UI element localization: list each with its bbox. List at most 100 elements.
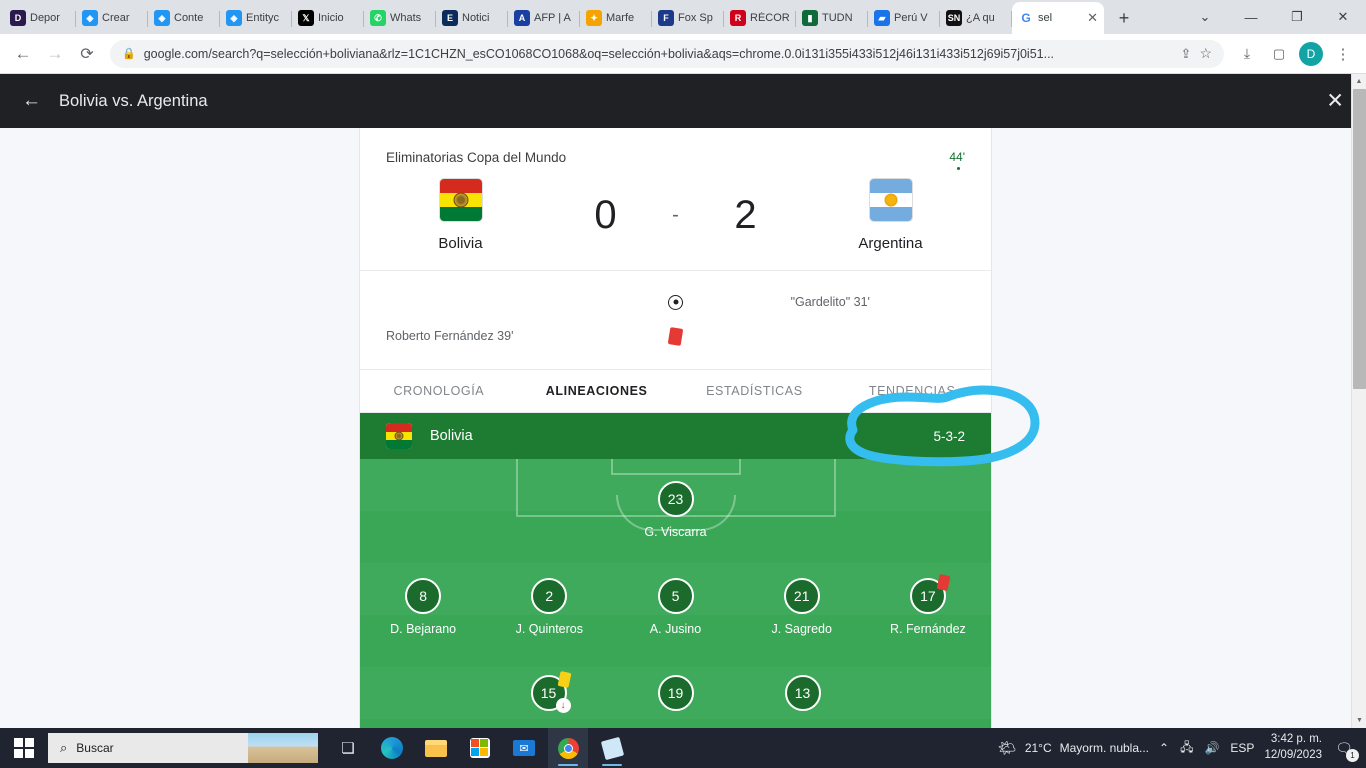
tab-3[interactable]: ◈ Entityc: [220, 2, 292, 34]
microsoft-store-icon[interactable]: [460, 728, 500, 768]
match-minute: 44': [949, 150, 965, 170]
sticky-notes-icon[interactable]: [592, 728, 632, 768]
player-number: 8: [405, 578, 442, 614]
player[interactable]: 19: [612, 675, 739, 711]
favicon: D: [10, 10, 26, 26]
away-team[interactable]: Argentina: [796, 178, 986, 252]
notifications-icon[interactable]: 🗨 1: [1332, 736, 1359, 762]
start-button[interactable]: [0, 728, 48, 768]
favicon: ✦: [586, 10, 602, 26]
back-arrow-icon[interactable]: ←: [22, 90, 41, 112]
share-icon[interactable]: ⇪: [1181, 46, 1192, 62]
clock[interactable]: 3:42 p. m. 12/09/2023: [1264, 732, 1322, 763]
weather-widget[interactable]: 🌤 21°C Mayorm. nubla...: [998, 739, 1149, 757]
volume-icon[interactable]: 🔊: [1204, 741, 1219, 755]
player[interactable]: 2 J. Quinteros: [486, 578, 612, 636]
tab-9[interactable]: F Fox Sp: [652, 2, 724, 34]
tab-1[interactable]: ◈ Crear: [76, 2, 148, 34]
tab-active[interactable]: G sel ✕: [1012, 2, 1104, 34]
tab-5[interactable]: ✆ Whats: [364, 2, 436, 34]
event-away-text: "Gardelito" 31': [790, 295, 870, 309]
system-tray: 🌤 21°C Mayorm. nubla... ⌃ 🖧 🔊 ESP 3:42 p…: [998, 732, 1366, 763]
chrome-menu-icon[interactable]: ⋮: [1328, 39, 1358, 69]
tab-10[interactable]: R RÉCOR: [724, 2, 796, 34]
page-viewport: ← Bolivia vs. Argentina ✕ Eliminatorias …: [0, 74, 1366, 728]
tab-estadisticas[interactable]: ESTADÍSTICAS: [676, 370, 834, 412]
player-number: 21: [783, 578, 820, 614]
scroll-up-icon[interactable]: ▲: [1352, 74, 1366, 89]
close-window-button[interactable]: ✕: [1320, 0, 1366, 34]
favicon: F: [658, 10, 674, 26]
tab-6[interactable]: E Notici: [436, 2, 508, 34]
tab-search-button[interactable]: ⌄: [1182, 0, 1228, 34]
search-placeholder: Buscar: [76, 741, 114, 755]
favicon: SN: [946, 10, 962, 26]
favicon: E: [442, 10, 458, 26]
edge-icon[interactable]: [372, 728, 412, 768]
page-scrollbar[interactable]: ▲ ▼: [1351, 74, 1366, 728]
browser-toolbar: ← → ⟳ 🔒 google.com/search?q=selección+bo…: [0, 34, 1366, 74]
player-name: R. Fernández: [890, 622, 966, 636]
player-name: G. Viscarra: [644, 525, 707, 539]
profile-avatar[interactable]: D: [1299, 41, 1323, 66]
tab-12[interactable]: ▰ Perú V: [868, 2, 940, 34]
player[interactable]: 21 J. Sagredo: [739, 578, 865, 636]
close-overlay-icon[interactable]: ✕: [1326, 89, 1344, 114]
tab-label: Crear: [102, 12, 130, 24]
clock-time: 3:42 p. m.: [1270, 733, 1322, 746]
tab-4[interactable]: 𝕏 Inicio: [292, 2, 364, 34]
player-number: 2: [531, 578, 568, 614]
tab-label: RÉCOR: [750, 12, 790, 24]
tab-alineaciones[interactable]: ALINEACIONES: [518, 370, 676, 412]
cloud-icon: 🌤: [997, 740, 1017, 757]
tab-2[interactable]: ◈ Conte: [148, 2, 220, 34]
address-bar[interactable]: 🔒 google.com/search?q=selección+bolivian…: [110, 39, 1224, 68]
network-icon[interactable]: 🖧: [1180, 738, 1193, 759]
match-tabs: CRONOLOGÍA ALINEACIONES ESTADÍSTICAS TEN…: [360, 369, 991, 413]
player[interactable]: 15 ↓: [485, 671, 612, 713]
player[interactable]: 8 D. Bejarano: [360, 578, 486, 636]
file-explorer-icon[interactable]: [416, 728, 456, 768]
tab-label: Inicio: [318, 12, 344, 24]
minimize-button[interactable]: —: [1228, 0, 1274, 34]
player[interactable]: 5 A. Jusino: [612, 578, 738, 636]
tab-tendencias[interactable]: TENDENCIAS: [833, 370, 991, 412]
tab-0[interactable]: D Depor: [4, 2, 76, 34]
tab-label: sel: [1038, 12, 1053, 24]
taskbar-search[interactable]: ⌕ Buscar: [48, 733, 318, 763]
maximize-button[interactable]: ❐: [1274, 0, 1320, 34]
back-icon[interactable]: ←: [8, 39, 38, 69]
player[interactable]: 17 R. Fernández: [865, 574, 991, 636]
tab-13[interactable]: SN ¿A qu: [940, 2, 1012, 34]
tab-label: Entityc: [246, 12, 280, 24]
away-team-name: Argentina: [858, 235, 923, 252]
chevron-up-icon[interactable]: ⌃: [1159, 741, 1169, 755]
match-events: "Gardelito" 31' Roberto Fernández 39': [360, 270, 991, 369]
download-icon[interactable]: ⤓: [1232, 39, 1262, 69]
chrome-icon[interactable]: [548, 728, 588, 768]
scroll-down-icon[interactable]: ▼: [1352, 713, 1366, 728]
reload-icon[interactable]: ⟳: [72, 39, 102, 69]
url-text: google.com/search?q=selección+boliviana&…: [143, 46, 1055, 61]
tab-cronologia[interactable]: CRONOLOGÍA: [360, 370, 518, 412]
tab-label: ¿A qu: [966, 12, 995, 24]
lineup-team-name: Bolivia: [430, 428, 473, 444]
task-view-icon[interactable]: ❏: [328, 728, 368, 768]
bookmark-icon[interactable]: ☆: [1199, 45, 1212, 62]
lineup-row-midfielders: 15 ↓ 19 13: [360, 671, 991, 713]
home-team[interactable]: Bolivia: [366, 178, 556, 252]
player[interactable]: 13: [739, 675, 866, 711]
side-panel-icon[interactable]: ▢: [1264, 39, 1294, 69]
windows-logo-icon: [14, 738, 34, 758]
close-icon[interactable]: ✕: [1087, 10, 1098, 26]
tab-7[interactable]: A AFP | A: [508, 2, 580, 34]
player[interactable]: 23 G. Viscarra: [612, 481, 739, 539]
language-indicator[interactable]: ESP: [1230, 741, 1254, 755]
scrollbar-thumb[interactable]: [1353, 89, 1366, 389]
tab-8[interactable]: ✦ Marfe: [580, 2, 652, 34]
new-tab-button[interactable]: +: [1110, 4, 1138, 32]
forward-icon[interactable]: →: [40, 39, 70, 69]
taskbar-apps: ❏ ✉: [328, 728, 632, 768]
mail-icon[interactable]: ✉: [504, 728, 544, 768]
tab-11[interactable]: ▮ TUDN: [796, 2, 868, 34]
